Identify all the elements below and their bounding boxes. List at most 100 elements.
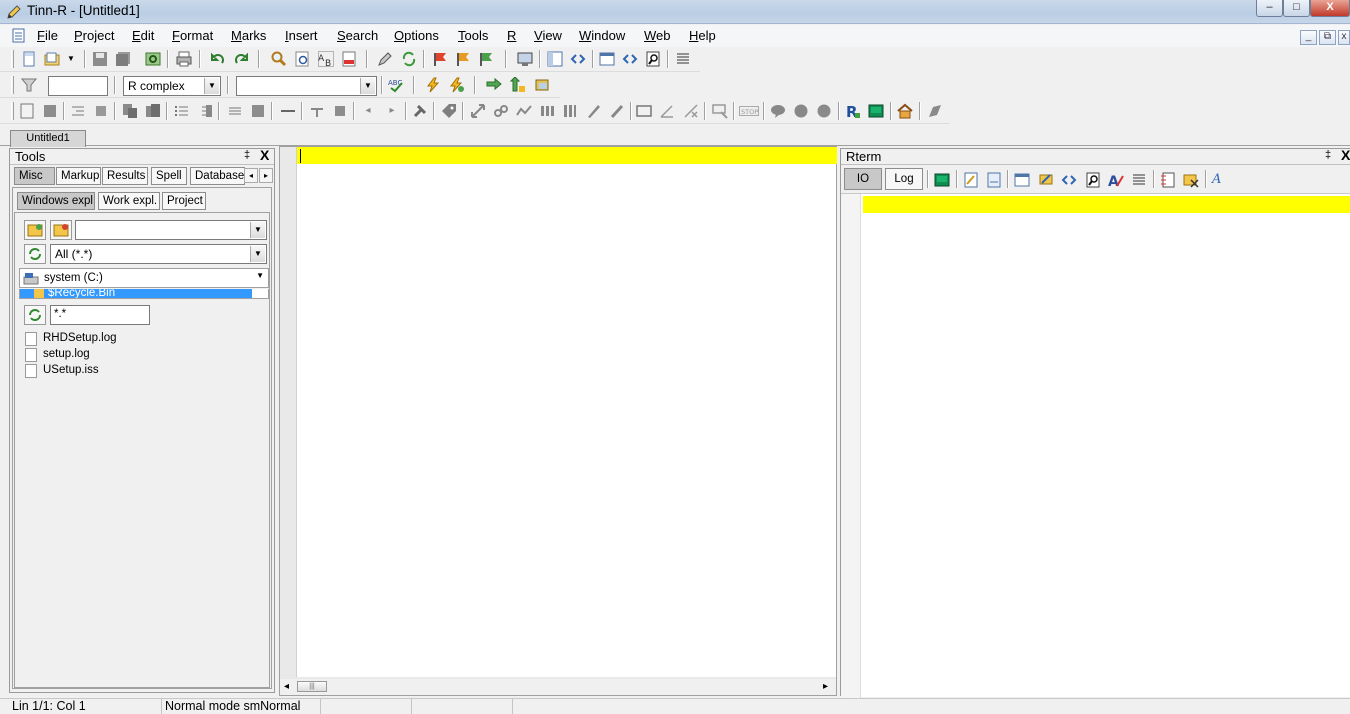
code-arrows-icon[interactable] [570, 51, 586, 67]
unindent-icon[interactable] [93, 103, 109, 119]
file-row[interactable]: setup.log [23, 347, 223, 363]
document-icon[interactable] [12, 28, 26, 43]
octagon-icon[interactable] [816, 103, 832, 119]
search-doc-icon[interactable] [1085, 172, 1101, 188]
refresh-icon[interactable] [24, 244, 46, 264]
menu-window[interactable]: Window [579, 28, 625, 43]
tab-database[interactable]: Database [190, 167, 245, 185]
navigate-icon[interactable] [622, 51, 638, 67]
scroll-left-icon[interactable]: ◂ [284, 681, 289, 692]
scroll-right-icon[interactable]: ▸ [823, 681, 828, 692]
filter-input[interactable] [48, 76, 108, 96]
code-arrows-icon[interactable] [1061, 172, 1077, 188]
replace-icon[interactable]: AB [318, 51, 334, 67]
insert-below-icon[interactable] [309, 103, 325, 119]
indent-icon[interactable] [70, 103, 86, 119]
clear-icon[interactable] [1183, 172, 1199, 188]
tab-scroll-right-icon[interactable]: ▸ [259, 168, 273, 183]
font-color-icon[interactable]: A [1108, 172, 1124, 188]
chevron-down-icon[interactable]: ▼ [250, 222, 265, 238]
scroll-thumb[interactable]: ||| [297, 681, 327, 692]
menu-edit[interactable]: Edit [132, 28, 154, 43]
chevron-down-icon[interactable]: ▼ [360, 78, 375, 94]
tools-icon[interactable] [412, 103, 428, 119]
monitor-icon[interactable] [517, 51, 533, 67]
angle-icon[interactable] [659, 103, 675, 119]
lightning-icon[interactable] [425, 77, 441, 93]
pdf-icon[interactable] [341, 51, 357, 67]
folder-list[interactable]: $Recycle.Bin [19, 289, 269, 299]
editor-text-area[interactable] [296, 147, 837, 677]
pin-icon[interactable]: ‡ [1325, 149, 1331, 161]
arrow-right-icon[interactable]: ▸ [384, 103, 400, 119]
callout-icon[interactable] [770, 103, 786, 119]
chevron-down-icon[interactable]: ▼ [204, 78, 219, 94]
menu-file[interactable]: File [37, 28, 58, 43]
mark-orange-icon[interactable] [455, 51, 471, 67]
resize-icon[interactable] [470, 103, 486, 119]
menu-web[interactable]: Web [644, 28, 671, 43]
terminal-icon[interactable] [934, 172, 950, 188]
remove-favorite-icon[interactable] [50, 220, 72, 240]
mark-green-icon[interactable] [478, 51, 494, 67]
print-icon[interactable] [176, 51, 192, 67]
select-box-icon[interactable] [712, 103, 728, 119]
frame-icon[interactable] [636, 103, 652, 119]
table-icon[interactable] [562, 103, 578, 119]
doc-tab-untitled1[interactable]: Untitled1 [10, 130, 86, 147]
subtab-project[interactable]: Project [162, 192, 206, 210]
graph-icon[interactable] [516, 103, 532, 119]
subtab-windows-expl[interactable]: Windows expl. [17, 192, 95, 210]
subtab-work-expl[interactable]: Work expl. [98, 192, 160, 210]
file-row[interactable]: USetup.iss [23, 363, 223, 379]
tab-misc[interactable]: Misc [14, 167, 55, 185]
window-icon[interactable] [599, 51, 615, 67]
text-lines-icon[interactable] [675, 51, 691, 67]
spellcheck-icon[interactable]: ABC [388, 77, 404, 93]
italic-font-icon[interactable]: A [1212, 172, 1228, 188]
circle-icon[interactable] [793, 103, 809, 119]
tag-icon[interactable] [441, 103, 457, 119]
send-block-icon[interactable] [534, 77, 550, 93]
list-view-icon[interactable] [1160, 172, 1176, 188]
paste-icon[interactable] [145, 103, 161, 119]
rterm-io-area[interactable] [841, 193, 1350, 698]
new-file-icon[interactable] [21, 51, 37, 67]
terminal-icon[interactable] [868, 103, 884, 119]
numbered-list-icon[interactable] [197, 103, 213, 119]
edit-note-icon[interactable] [1038, 172, 1054, 188]
close-window-button[interactable]: X [1310, 0, 1350, 17]
stop-sign-icon[interactable]: STOP [739, 103, 759, 119]
page-icon[interactable] [19, 103, 35, 119]
r-logo-icon[interactable]: R [845, 103, 861, 119]
pen-icon[interactable] [586, 103, 602, 119]
edit-doc-icon[interactable] [963, 172, 979, 188]
save-icon[interactable] [92, 51, 108, 67]
save-all-icon[interactable] [115, 51, 131, 67]
menu-help[interactable]: Help [689, 28, 716, 43]
undo-icon[interactable] [210, 51, 226, 67]
menu-project[interactable]: Project [74, 28, 114, 43]
columns-icon[interactable] [539, 103, 555, 119]
document-icon[interactable] [986, 172, 1002, 188]
arrow-left-icon[interactable]: ◂ [360, 103, 376, 119]
tab-spell[interactable]: Spell [151, 167, 187, 185]
window-icon[interactable] [1014, 172, 1030, 188]
pin-icon[interactable]: ‡ [244, 149, 250, 161]
home-icon[interactable] [897, 103, 913, 119]
chevron-down-icon[interactable]: ▼ [256, 271, 264, 280]
refresh-icon[interactable] [401, 51, 417, 67]
redo-icon[interactable] [233, 51, 249, 67]
maximize-button[interactable]: □ [1283, 0, 1310, 17]
tab-scroll-left-icon[interactable]: ◂ [244, 168, 258, 183]
send-r-icon[interactable] [486, 77, 502, 93]
align-icon[interactable] [227, 103, 243, 119]
mdi-close-button[interactable]: x [1338, 30, 1350, 45]
layout-icon[interactable] [547, 51, 563, 67]
stop-square-icon[interactable] [332, 103, 348, 119]
mdi-minimize-button[interactable]: _ [1300, 30, 1317, 45]
reload-icon[interactable] [145, 51, 161, 67]
pencil-edit-icon[interactable] [377, 51, 393, 67]
chevron-down-icon[interactable]: ▼ [250, 246, 265, 262]
find-next-icon[interactable] [295, 51, 311, 67]
